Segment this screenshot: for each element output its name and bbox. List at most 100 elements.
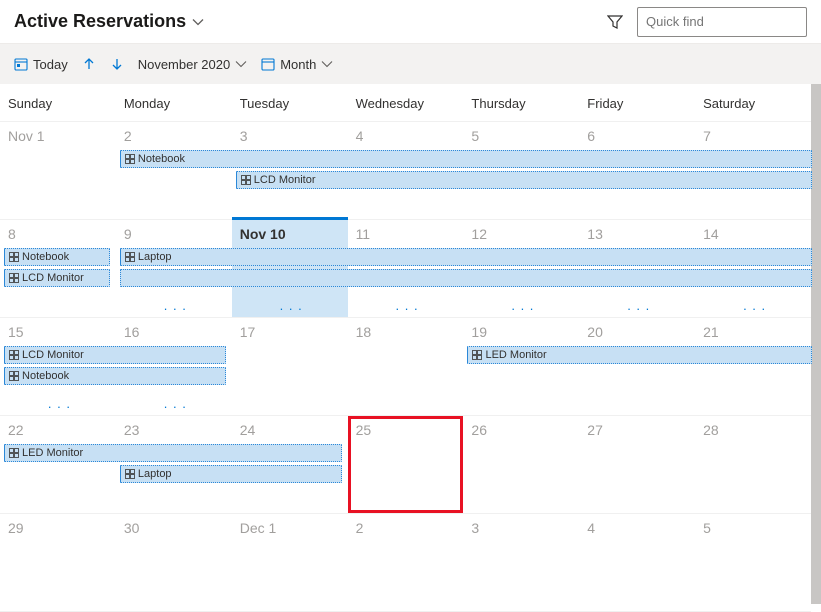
week-row: 29 30 Dec 1 2345 bbox=[0, 514, 811, 612]
week-row: 89Nov 1011121314NotebookLaptopLCD Monito… bbox=[0, 220, 811, 318]
day-cell[interactable]: Dec 1 bbox=[232, 514, 348, 611]
event-label: Notebook bbox=[22, 370, 69, 382]
event-label: LCD Monitor bbox=[22, 272, 84, 284]
more-events-indicator[interactable]: . . . bbox=[511, 298, 534, 313]
day-header-cell: Monday bbox=[116, 96, 232, 111]
reservation-event[interactable]: LCD Monitor bbox=[4, 346, 226, 364]
reservation-event[interactable]: LED Monitor bbox=[467, 346, 812, 364]
day-cell[interactable]: 2 bbox=[116, 122, 232, 219]
reservation-event[interactable]: LCD Monitor bbox=[4, 269, 110, 287]
date-number: 15 bbox=[8, 324, 108, 340]
date-number: 20 bbox=[587, 324, 687, 340]
search-box[interactable] bbox=[637, 7, 807, 37]
day-cell[interactable]: 21 bbox=[695, 318, 811, 415]
more-events-indicator[interactable]: . . . bbox=[164, 298, 187, 313]
date-number: 13 bbox=[587, 226, 687, 242]
day-cell[interactable]: 17 bbox=[232, 318, 348, 415]
date-number: 30 bbox=[124, 520, 224, 536]
date-number: Nov 10 bbox=[240, 226, 340, 242]
day-cell[interactable]: 27 bbox=[579, 416, 695, 513]
day-cell[interactable]: 4 bbox=[579, 514, 695, 611]
more-events-indicator[interactable]: . . . bbox=[396, 298, 419, 313]
arrow-down-icon bbox=[110, 57, 124, 71]
view-mode-picker[interactable]: Month bbox=[261, 57, 333, 72]
date-number: 2 bbox=[356, 520, 456, 536]
week-row: 22232425262728LED MonitorLaptop bbox=[0, 416, 811, 514]
day-header-cell: Friday bbox=[579, 96, 695, 111]
event-label: LCD Monitor bbox=[22, 349, 84, 361]
more-events-indicator[interactable]: . . . bbox=[280, 298, 303, 313]
reservation-event[interactable]: LCD Monitor bbox=[236, 171, 812, 189]
today-button[interactable]: Today bbox=[14, 57, 68, 72]
more-events-indicator[interactable]: . . . bbox=[743, 298, 766, 313]
arrow-up-icon bbox=[82, 57, 96, 71]
day-cell[interactable]: 30 bbox=[116, 514, 232, 611]
day-cell[interactable]: 2 bbox=[348, 514, 464, 611]
event-label: LED Monitor bbox=[22, 447, 83, 459]
date-number: 3 bbox=[471, 520, 571, 536]
filter-icon[interactable] bbox=[607, 14, 623, 30]
month-picker[interactable]: November 2020 bbox=[138, 57, 248, 72]
calendar-today-icon bbox=[14, 57, 28, 71]
day-cell[interactable]: 22 bbox=[0, 416, 116, 513]
view-title[interactable]: Active Reservations bbox=[14, 11, 204, 32]
date-number: 16 bbox=[124, 324, 224, 340]
calendar-icon bbox=[261, 57, 275, 71]
day-header-row: SundayMondayTuesdayWednesdayThursdayFrid… bbox=[0, 84, 811, 122]
date-number: 19 bbox=[471, 324, 571, 340]
reservation-event[interactable]: LED Monitor bbox=[4, 444, 342, 462]
reservation-event[interactable]: Notebook bbox=[4, 367, 226, 385]
date-number: 6 bbox=[587, 128, 687, 144]
more-events-indicator[interactable]: . . . bbox=[48, 396, 71, 411]
day-cell[interactable]: Nov 1 bbox=[0, 122, 116, 219]
day-cell[interactable]: 5 bbox=[695, 514, 811, 611]
day-cell[interactable]: 25 bbox=[348, 416, 464, 513]
day-cell[interactable]: 19 bbox=[463, 318, 579, 415]
today-label: Today bbox=[33, 57, 68, 72]
reservation-event[interactable]: Laptop bbox=[120, 248, 812, 266]
date-number: 2 bbox=[124, 128, 224, 144]
date-number: 7 bbox=[703, 128, 803, 144]
reservation-event[interactable]: Notebook bbox=[120, 150, 812, 168]
reservation-event[interactable]: Notebook bbox=[4, 248, 110, 266]
date-number: 25 bbox=[356, 422, 456, 438]
day-header-cell: Sunday bbox=[0, 96, 116, 111]
vertical-scrollbar[interactable] bbox=[811, 84, 821, 604]
date-number: 27 bbox=[587, 422, 687, 438]
day-cell[interactable]: 26 bbox=[463, 416, 579, 513]
day-cell[interactable]: 20 bbox=[579, 318, 695, 415]
calendar-grid: SundayMondayTuesdayWednesdayThursdayFrid… bbox=[0, 84, 811, 612]
day-cell[interactable]: 29 bbox=[0, 514, 116, 611]
date-number: 18 bbox=[356, 324, 456, 340]
date-number: 5 bbox=[471, 128, 571, 144]
prev-button[interactable] bbox=[82, 57, 96, 71]
day-header-cell: Wednesday bbox=[348, 96, 464, 111]
date-number: 12 bbox=[471, 226, 571, 242]
date-number: 26 bbox=[471, 422, 571, 438]
date-number: 11 bbox=[356, 226, 456, 242]
day-cell[interactable]: 28 bbox=[695, 416, 811, 513]
date-number: 21 bbox=[703, 324, 803, 340]
view-title-text: Active Reservations bbox=[14, 11, 186, 32]
day-cell[interactable]: 3 bbox=[463, 514, 579, 611]
reservation-event[interactable] bbox=[120, 269, 812, 287]
more-events-indicator[interactable]: . . . bbox=[627, 298, 650, 313]
calendar-toolbar: Today November 2020 Month bbox=[0, 44, 821, 84]
week-row: Nov 1234567NotebookLCD Monitor bbox=[0, 122, 811, 220]
date-number: 17 bbox=[240, 324, 340, 340]
chevron-down-icon bbox=[192, 16, 204, 28]
more-events-indicator[interactable]: . . . bbox=[164, 396, 187, 411]
event-label: Notebook bbox=[22, 251, 69, 263]
week-row: 15 16 17 18 19 20 21 LCD Monitor LED Monitor Note… bbox=[0, 318, 811, 416]
date-number: Nov 1 bbox=[8, 128, 108, 144]
chevron-down-icon bbox=[321, 58, 333, 70]
next-button[interactable] bbox=[110, 57, 124, 71]
date-number: 5 bbox=[703, 520, 803, 536]
day-cell[interactable]: 18 bbox=[348, 318, 464, 415]
date-number: 4 bbox=[587, 520, 687, 536]
date-number: 3 bbox=[240, 128, 340, 144]
search-input[interactable] bbox=[646, 14, 821, 29]
date-number: 29 bbox=[8, 520, 108, 536]
reservation-event[interactable]: Laptop bbox=[120, 465, 342, 483]
date-number: 24 bbox=[240, 422, 340, 438]
